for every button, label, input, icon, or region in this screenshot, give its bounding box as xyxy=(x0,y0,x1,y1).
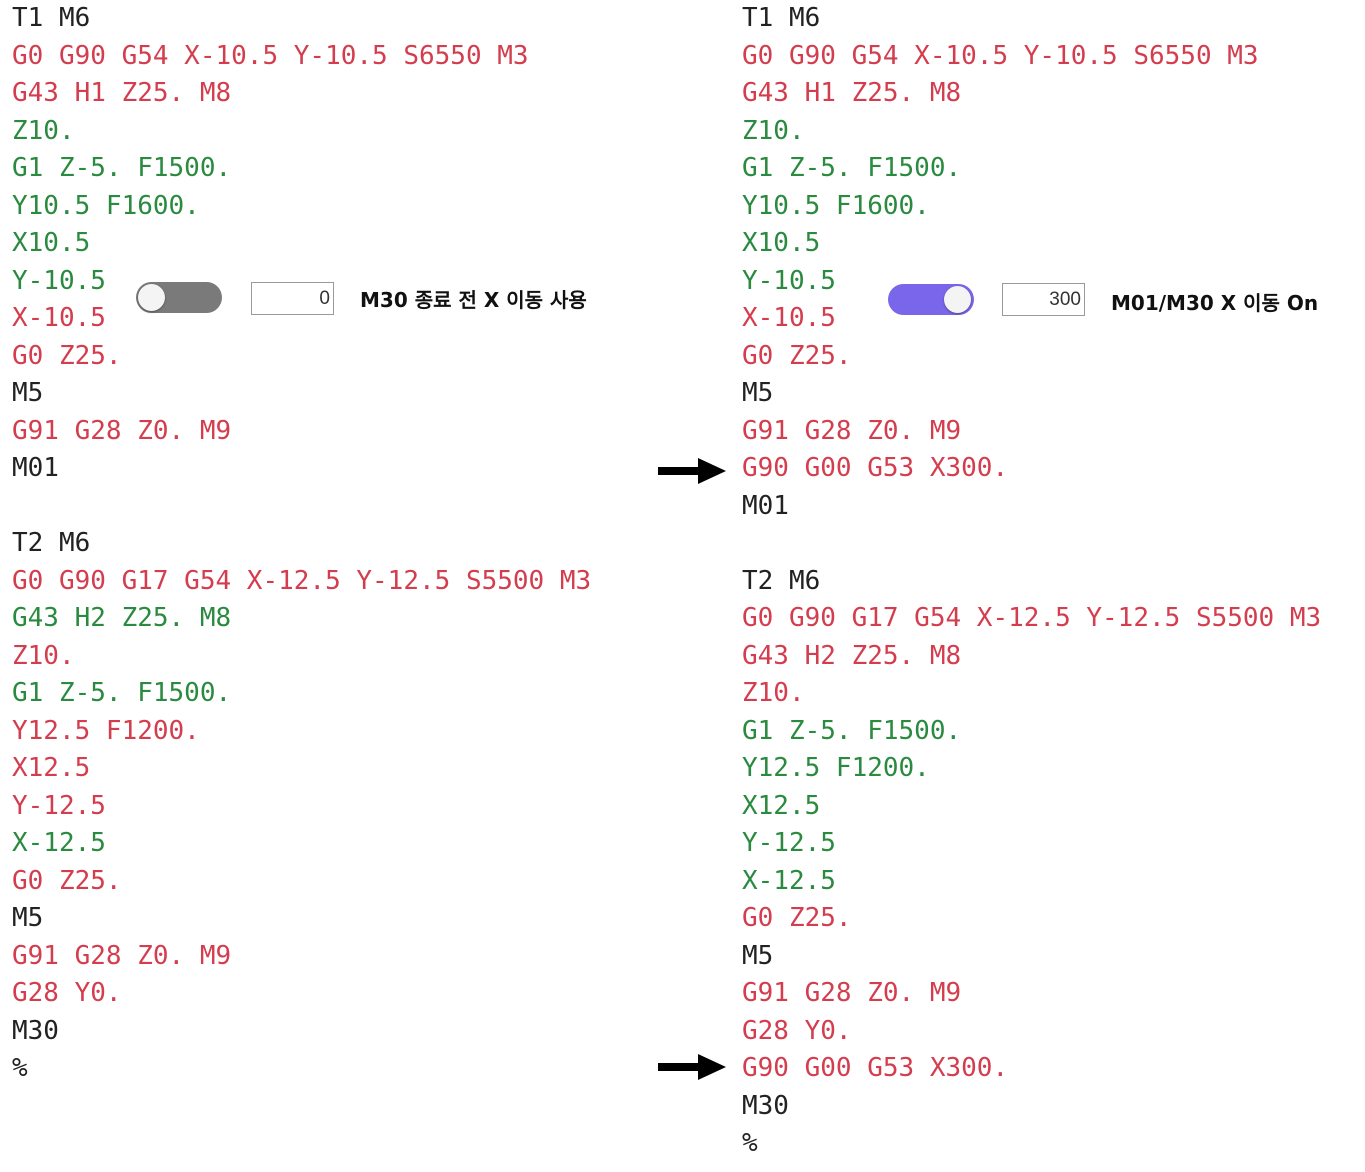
code-line: M30 xyxy=(742,1090,789,1121)
code-line: T1 M6 xyxy=(12,3,91,33)
code-line: Y-12.5 xyxy=(742,828,836,858)
code-line: G43 H2 Z25. M8 xyxy=(12,603,232,633)
code-line: G1 Z-5. F1500. xyxy=(12,153,232,183)
x-move-value-input[interactable] xyxy=(1002,283,1085,316)
code-line: M5 xyxy=(742,378,774,408)
blank-line xyxy=(742,525,1321,563)
code-line: M01 xyxy=(12,453,59,483)
code-listing-original: T1 M6 G0 G90 G54 X-10.5 Y-10.5 S6550 M3 G4… xyxy=(12,0,591,1088)
toggle-knob xyxy=(944,286,971,313)
code-line: G1 Z-5. F1500. xyxy=(742,715,962,746)
code-line: G90 G00 G53 X300. xyxy=(742,453,1009,483)
code-line: Z10. xyxy=(742,115,805,146)
code-line: X12.5 xyxy=(12,753,91,783)
code-line: Z10. xyxy=(12,115,75,146)
code-listing-modified: T1 M6 G0 G90 G54 X-10.5 Y-10.5 S6550 M3 G4… xyxy=(742,0,1321,1163)
code-line: G0 Z25. xyxy=(742,903,852,933)
code-line: G43 H1 Z25. M8 xyxy=(742,78,962,108)
code-line: Z10. xyxy=(12,640,75,671)
code-line: % xyxy=(742,1128,758,1158)
code-line: Z10. xyxy=(742,678,805,708)
code-line: G43 H1 Z25. M8 xyxy=(12,78,232,108)
code-line: T2 M6 xyxy=(742,565,821,596)
x-move-toggle-label: M01/M30 X 이동 On xyxy=(1111,291,1319,315)
right-arrow-icon xyxy=(658,458,726,484)
code-line: G0 Z25. xyxy=(742,340,852,371)
code-line: T2 M6 xyxy=(12,528,91,558)
x-move-toggle-off[interactable] xyxy=(136,282,222,313)
code-line: G28 Y0. xyxy=(742,1015,852,1046)
code-line: G91 G28 Z0. M9 xyxy=(742,415,962,446)
code-line: X10.5 xyxy=(742,228,821,258)
x-move-value-input[interactable] xyxy=(251,282,334,315)
x-move-toggle-label: M30 종료 전 X 이동 사용 xyxy=(360,288,587,312)
code-line: Y-12.5 xyxy=(12,790,106,821)
toggle-knob xyxy=(138,284,165,311)
code-line: M30 xyxy=(12,1015,59,1046)
code-line: M5 xyxy=(742,940,774,971)
code-line: X12.5 xyxy=(742,790,821,821)
code-line: G0 Z25. xyxy=(12,865,122,896)
code-line: X-12.5 xyxy=(742,865,836,896)
blank-line xyxy=(12,488,591,526)
code-line: G1 Z-5. F1500. xyxy=(12,678,232,708)
code-line: M5 xyxy=(12,903,44,933)
code-line: G91 G28 Z0. M9 xyxy=(742,978,962,1008)
code-line: G1 Z-5. F1500. xyxy=(742,153,962,183)
code-line: G0 Z25. xyxy=(12,340,122,371)
code-line: M5 xyxy=(12,378,44,408)
right-arrow-icon xyxy=(658,1054,726,1080)
code-line: Y10.5 F1600. xyxy=(742,190,930,221)
code-line: Y12.5 F1200. xyxy=(12,715,200,746)
code-line: Y12.5 F1200. xyxy=(742,753,930,783)
x-move-toggle-on[interactable] xyxy=(888,284,974,315)
code-line: G91 G28 Z0. M9 xyxy=(12,940,232,971)
code-line: X-12.5 xyxy=(12,828,106,858)
code-line: G28 Y0. xyxy=(12,978,122,1008)
code-line: T1 M6 xyxy=(742,3,821,33)
code-line: G0 G90 G17 G54 X-12.5 Y-12.5 S5500 M3 xyxy=(742,603,1322,633)
code-line: G0 G90 G17 G54 X-12.5 Y-12.5 S5500 M3 xyxy=(12,565,592,596)
code-line: G43 H2 Z25. M8 xyxy=(742,640,962,671)
code-line: % xyxy=(12,1053,28,1083)
code-line: G0 G90 G54 X-10.5 Y-10.5 S6550 M3 xyxy=(742,40,1259,71)
code-line: Y10.5 F1600. xyxy=(12,190,200,221)
code-line: M01 xyxy=(742,490,789,521)
code-line: G91 G28 Z0. M9 xyxy=(12,415,232,446)
code-line: G0 G90 G54 X-10.5 Y-10.5 S6550 M3 xyxy=(12,40,529,71)
code-line: G90 G00 G53 X300. xyxy=(742,1053,1009,1083)
code-line: X10.5 xyxy=(12,228,91,258)
